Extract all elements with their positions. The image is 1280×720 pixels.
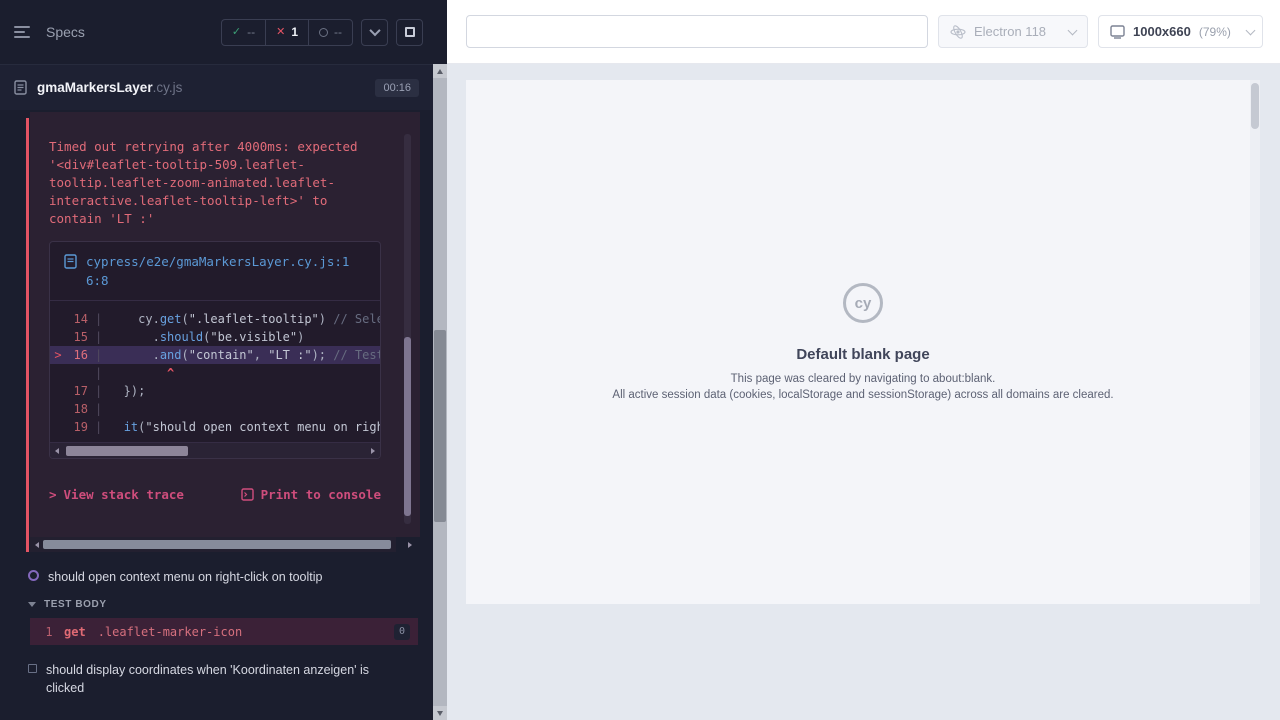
spec-ext: .cy.js bbox=[153, 80, 183, 95]
scroll-left-icon[interactable] bbox=[35, 542, 39, 548]
electron-icon bbox=[950, 24, 966, 40]
pending-count: -- bbox=[334, 25, 342, 39]
code-line: 15| .should("be.visible") bbox=[50, 328, 380, 346]
failed-count: 1 bbox=[291, 25, 298, 39]
sidebar-scrollbar-column bbox=[433, 0, 447, 720]
stat-pending: -- bbox=[308, 20, 352, 45]
specs-label: Specs bbox=[46, 24, 85, 40]
aut-panel: Electron 118 1000x660 (79%) cy Default b… bbox=[447, 0, 1280, 720]
chevron-down-icon bbox=[369, 25, 380, 36]
specs-menu-icon[interactable] bbox=[14, 24, 34, 40]
error-vscrollbar[interactable] bbox=[404, 134, 411, 524]
aut-toolbar: Electron 118 1000x660 (79%) bbox=[447, 0, 1280, 64]
browser-select[interactable]: Electron 118 bbox=[938, 15, 1088, 48]
scroll-right-icon[interactable] bbox=[408, 542, 412, 548]
test-body-header[interactable]: TEST BODY bbox=[0, 599, 433, 610]
error-actions: > View stack trace Print to console bbox=[49, 487, 381, 502]
scroll-right-icon[interactable] bbox=[371, 448, 375, 454]
scroll-up-button[interactable] bbox=[433, 64, 447, 78]
code-line: 14| cy.get(".leaflet-tooltip") // Sele bbox=[50, 310, 380, 328]
test-title: should open context menu on right-click … bbox=[48, 568, 322, 586]
failed-attempt: Timed out retrying after 4000ms: expecte… bbox=[30, 112, 420, 552]
command-number: 1 bbox=[34, 625, 64, 639]
check-icon: ✓ bbox=[232, 27, 241, 38]
spec-file-icon bbox=[14, 80, 27, 95]
test-body-label: TEST BODY bbox=[44, 599, 107, 610]
viewport-icon bbox=[1110, 25, 1125, 39]
code-line: 19| it("should open context menu on righ bbox=[50, 418, 380, 436]
code-line: 18| bbox=[50, 400, 380, 418]
command-method: get bbox=[64, 625, 86, 639]
chevron-down-icon bbox=[28, 602, 36, 607]
blank-page-line2: All active session data (cookies, localS… bbox=[466, 387, 1260, 403]
pending-icon bbox=[319, 28, 328, 37]
x-icon: ✕ bbox=[276, 27, 285, 38]
viewport-size: 1000x660 bbox=[1133, 24, 1191, 39]
view-stack-trace-label: View stack trace bbox=[64, 487, 184, 502]
chevron-down-icon bbox=[1068, 25, 1078, 35]
code-frame-filename: cypress/e2e/gmaMarkersLayer.cy.js:16:8 bbox=[86, 252, 352, 290]
test-item-pending[interactable]: should display coordinates when 'Koordin… bbox=[0, 661, 433, 697]
test-stats: ✓ -- ✕ 1 -- bbox=[221, 19, 353, 46]
browser-name: Electron 118 bbox=[974, 24, 1046, 39]
blank-page-line1: This page was cleared by navigating to a… bbox=[466, 371, 1260, 387]
aut-iframe: cy Default blank page This page was clea… bbox=[466, 80, 1260, 604]
code-line: >16| .and("contain", "LT :"); // Test bbox=[50, 346, 380, 364]
command-log-row[interactable]: 1 get .leaflet-marker-icon 0 bbox=[30, 618, 418, 645]
error-hscrollbar[interactable] bbox=[30, 537, 420, 552]
code-frame-hscrollbar[interactable] bbox=[50, 442, 380, 458]
arrow-up-icon bbox=[437, 69, 443, 74]
file-icon bbox=[64, 254, 77, 269]
stat-failed: ✕ 1 bbox=[265, 20, 308, 45]
test-title: should display coordinates when 'Koordin… bbox=[46, 661, 398, 697]
print-console-icon bbox=[241, 488, 254, 501]
blank-page-title: Default blank page bbox=[466, 346, 1260, 363]
code-line: | ^ bbox=[50, 364, 380, 382]
arrow-down-icon bbox=[437, 711, 443, 716]
stop-icon bbox=[405, 27, 415, 37]
error-message: Timed out retrying after 4000ms: expecte… bbox=[49, 138, 385, 228]
chevron-right-icon: > bbox=[49, 487, 57, 502]
error-panel: Timed out retrying after 4000ms: expecte… bbox=[30, 112, 420, 552]
spec-duration: 00:16 bbox=[375, 79, 419, 97]
scroll-left-icon[interactable] bbox=[55, 448, 59, 454]
stat-passed: ✓ -- bbox=[222, 20, 265, 45]
spec-file-row[interactable]: gmaMarkersLayer .cy.js 00:16 bbox=[0, 64, 433, 110]
command-badge: 0 bbox=[394, 624, 410, 640]
spec-name: gmaMarkersLayer bbox=[37, 80, 153, 95]
command-target: .leaflet-marker-icon bbox=[98, 625, 243, 639]
vscroll-thumb[interactable] bbox=[404, 337, 411, 516]
pending-test-icon bbox=[28, 664, 37, 673]
url-input[interactable] bbox=[466, 15, 928, 48]
print-to-console-link[interactable]: Print to console bbox=[241, 487, 381, 502]
blank-page: cy Default blank page This page was clea… bbox=[466, 80, 1260, 403]
aut-scroll-thumb[interactable] bbox=[1251, 83, 1259, 129]
viewport-select[interactable]: 1000x660 (79%) bbox=[1098, 15, 1263, 48]
aut-stage: cy Default blank page This page was clea… bbox=[447, 64, 1280, 720]
sidebar-scrollbar[interactable] bbox=[433, 64, 447, 720]
cypress-logo: cy bbox=[843, 283, 883, 323]
test-item-running[interactable]: should open context menu on right-click … bbox=[0, 568, 433, 586]
hscroll-thumb[interactable] bbox=[43, 540, 391, 549]
code-line: 17| }); bbox=[50, 382, 380, 400]
aut-scrollbar[interactable] bbox=[1250, 80, 1260, 604]
running-test-icon bbox=[28, 570, 39, 581]
collapse-all-button[interactable] bbox=[361, 19, 388, 46]
print-to-console-label: Print to console bbox=[261, 487, 381, 502]
hscroll-thumb[interactable] bbox=[66, 446, 188, 456]
passed-count: -- bbox=[247, 25, 255, 39]
scroll-down-button[interactable] bbox=[433, 706, 447, 720]
fail-indicator-strip bbox=[26, 118, 29, 552]
sidebar-scroll-thumb[interactable] bbox=[434, 330, 446, 522]
viewport-scale: (79%) bbox=[1199, 25, 1231, 39]
chevron-down-icon bbox=[1245, 25, 1255, 35]
stop-tests-button[interactable] bbox=[396, 19, 423, 46]
reporter-sidebar: Specs ✓ -- ✕ 1 -- gmaMarkersLayer .cy.js… bbox=[0, 0, 433, 720]
view-stack-trace-link[interactable]: > View stack trace bbox=[49, 487, 184, 502]
code-lines: 14| cy.get(".leaflet-tooltip") // Sele15… bbox=[50, 301, 380, 442]
code-frame: cypress/e2e/gmaMarkersLayer.cy.js:16:8 1… bbox=[49, 241, 381, 459]
reporter-header: Specs ✓ -- ✕ 1 -- bbox=[0, 0, 433, 64]
code-frame-file-link[interactable]: cypress/e2e/gmaMarkersLayer.cy.js:16:8 bbox=[50, 242, 380, 301]
